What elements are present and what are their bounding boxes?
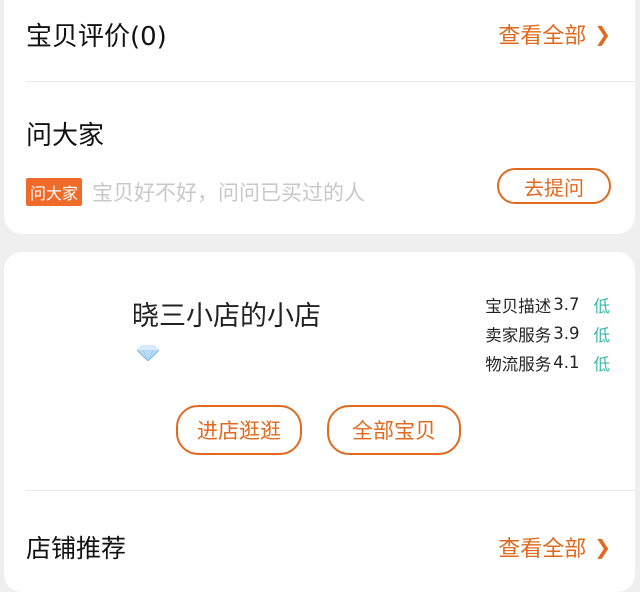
shop-name[interactable]: 晓三小店的小店: [132, 294, 321, 333]
chevron-right-icon: ❯: [594, 535, 611, 559]
rating-score: 3.9: [553, 324, 580, 343]
shop-ratings: 宝贝描述 3.7 低 卖家服务 3.9 低 物流服务 4.1 低: [485, 290, 610, 377]
rating-score: 4.1: [553, 353, 580, 372]
all-items-button[interactable]: 全部宝贝: [327, 405, 461, 455]
enter-shop-button[interactable]: 进店逛逛: [176, 405, 302, 455]
view-all-label: 查看全部: [498, 24, 587, 49]
chevron-right-icon: ❯: [594, 22, 611, 46]
reviews-title: 宝贝评价(0): [26, 22, 167, 52]
rating-label: 宝贝描述: [485, 296, 552, 316]
divider: [26, 81, 635, 82]
rating-row: 宝贝描述 3.7 低: [485, 290, 610, 319]
reviews-view-all-link[interactable]: 查看全部 ❯: [498, 18, 611, 50]
product-info-card: 宝贝评价(0) 查看全部 ❯ 问大家 问大家 宝贝好不好，问问已买过的人 去提问: [4, 0, 635, 234]
recommend-view-all-link[interactable]: 查看全部 ❯: [498, 531, 611, 563]
rating-level: 低: [593, 296, 611, 316]
ask-question-button[interactable]: 去提问: [497, 168, 611, 204]
rating-level: 低: [593, 354, 611, 374]
view-all-label: 查看全部: [498, 537, 587, 562]
shop-card: 晓三小店的小店 宝贝描述 3.7 低 卖家服务 3.9 低 物流服务 4.1 低…: [4, 252, 635, 592]
ask-title: 问大家: [26, 121, 105, 151]
divider: [26, 490, 635, 491]
recommend-title: 店铺推荐: [26, 534, 127, 563]
rating-label: 卖家服务: [485, 325, 552, 345]
diamond-icon: [137, 345, 159, 361]
rating-label: 物流服务: [485, 354, 552, 374]
ask-placeholder: 宝贝好不好，问问已买过的人: [92, 181, 366, 205]
rating-level: 低: [593, 325, 611, 345]
rating-row: 卖家服务 3.9 低: [485, 319, 610, 348]
rating-score: 3.7: [553, 295, 580, 314]
ask-prompt-row[interactable]: 问大家 宝贝好不好，问问已买过的人: [26, 177, 365, 207]
rating-row: 物流服务 4.1 低: [485, 348, 610, 377]
ask-badge: 问大家: [26, 178, 83, 206]
